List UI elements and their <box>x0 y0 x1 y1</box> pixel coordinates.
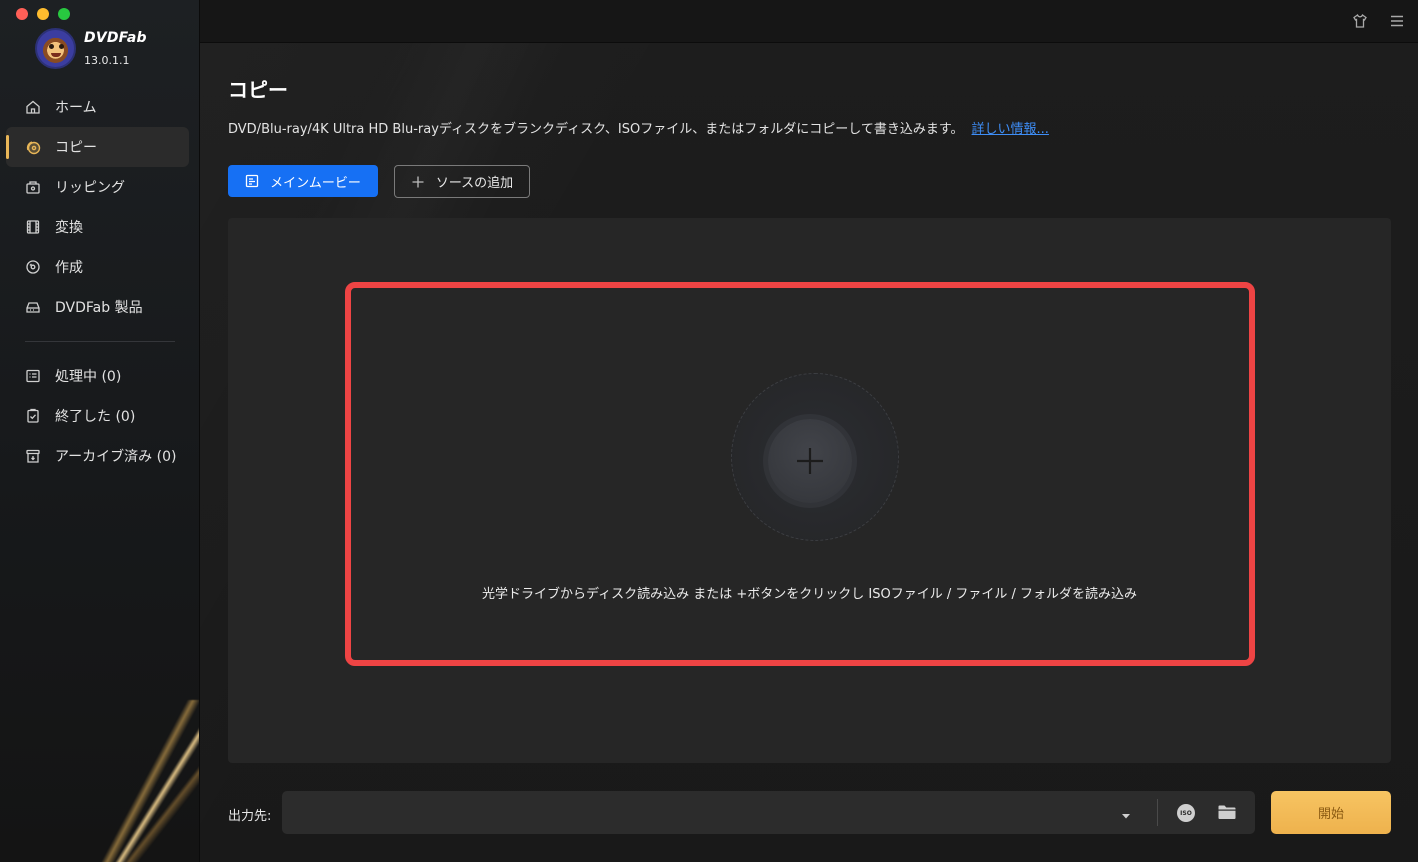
folder-icon[interactable] <box>1217 803 1237 821</box>
chevron-down-icon[interactable] <box>1120 807 1132 819</box>
main-movie-label: メインムービー <box>270 175 361 191</box>
sidebar-item-label: DVDFab 製品 <box>55 300 143 316</box>
sidebar: DVDFab 13.0.1.1 ホーム コピー リッピング 変換 作成 DVDF… <box>0 0 200 862</box>
sidebar-item-processing[interactable]: 処理中 (0) <box>6 356 189 396</box>
hamburger-menu-icon[interactable] <box>1389 13 1405 29</box>
sidebar-item-label: リッピング <box>55 180 125 196</box>
sidebar-item-label: 変換 <box>55 220 83 236</box>
output-label: 出力先: <box>228 809 272 824</box>
brand: DVDFab 13.0.1.1 <box>35 28 185 70</box>
brand-name: DVDFab <box>84 30 147 46</box>
sidebar-item-label: 終了した (0) <box>55 409 136 425</box>
add-source-plus-button[interactable] <box>768 419 852 503</box>
dvdfab-app: DVDFab 13.0.1.1 ホーム コピー リッピング 変換 作成 DVDF… <box>0 0 1418 862</box>
ripper-icon <box>25 179 41 195</box>
page-description: DVD/Blu-ray/4K Ultra HD Blu-rayディスクをブランク… <box>228 118 1049 137</box>
output-path-field[interactable]: ISO <box>282 791 1255 834</box>
source-drop-area[interactable]: 光学ドライブからディスク読み込み または +ボタンをクリックし ISOファイル … <box>228 218 1391 763</box>
clipboard-check-icon <box>25 408 41 424</box>
home-icon <box>25 99 41 115</box>
main-content: コピー DVD/Blu-ray/4K Ultra HD Blu-rayディスクを… <box>200 43 1418 862</box>
disc-copy-icon <box>25 139 41 155</box>
plus-icon <box>797 448 823 474</box>
main-movie-icon <box>245 174 259 188</box>
add-source-button[interactable]: ソースの追加 <box>394 165 530 198</box>
sidebar-item-ripper[interactable]: リッピング <box>6 167 189 207</box>
sidebar-nav: ホーム コピー リッピング 変換 作成 DVDFab 製品 処理中 (0) 終了… <box>6 87 189 476</box>
sidebar-decorative-glow <box>95 700 199 862</box>
shirt-theme-icon[interactable] <box>1352 13 1368 29</box>
sidebar-item-creator[interactable]: 作成 <box>6 247 189 287</box>
disc-create-icon <box>25 259 41 275</box>
page-title: コピー <box>228 78 288 102</box>
window-controls <box>16 8 70 20</box>
iso-output-icon[interactable]: ISO <box>1177 804 1195 822</box>
drive-products-icon <box>25 299 41 315</box>
archive-box-icon <box>25 448 41 464</box>
start-button[interactable]: 開始 <box>1271 791 1391 834</box>
brand-version: 13.0.1.1 <box>84 54 130 67</box>
window-maximize-button[interactable] <box>58 8 70 20</box>
sidebar-divider <box>25 341 175 342</box>
sidebar-item-finished[interactable]: 終了した (0) <box>6 396 189 436</box>
sidebar-item-converter[interactable]: 変換 <box>6 207 189 247</box>
window-minimize-button[interactable] <box>37 8 49 20</box>
sidebar-item-label: 作成 <box>55 260 83 276</box>
window-close-button[interactable] <box>16 8 28 20</box>
sidebar-item-label: ホーム <box>55 100 97 116</box>
film-convert-icon <box>25 219 41 235</box>
task-list-icon <box>25 368 41 384</box>
sidebar-item-products[interactable]: DVDFab 製品 <box>6 287 189 327</box>
more-info-link[interactable]: 詳しい情報... <box>972 122 1049 137</box>
plus-icon <box>411 175 425 189</box>
add-source-label: ソースの追加 <box>435 176 514 191</box>
page-description-text: DVD/Blu-ray/4K Ultra HD Blu-rayディスクをブランク… <box>228 122 964 137</box>
sidebar-item-home[interactable]: ホーム <box>6 87 189 127</box>
main-movie-button[interactable]: メインムービー <box>228 165 378 197</box>
monkey-mascot-logo-icon <box>35 28 76 69</box>
output-separator <box>1157 799 1158 826</box>
drop-hint-text: 光学ドライブからディスク読み込み または +ボタンをクリックし ISOファイル … <box>482 587 1137 602</box>
sidebar-item-copy[interactable]: コピー <box>6 127 189 167</box>
sidebar-item-label: 処理中 (0) <box>55 369 122 385</box>
top-bar <box>200 0 1418 43</box>
sidebar-item-label: アーカイブ済み (0) <box>55 449 177 465</box>
sidebar-item-archived[interactable]: アーカイブ済み (0) <box>6 436 189 476</box>
sidebar-item-label: コピー <box>55 140 97 156</box>
